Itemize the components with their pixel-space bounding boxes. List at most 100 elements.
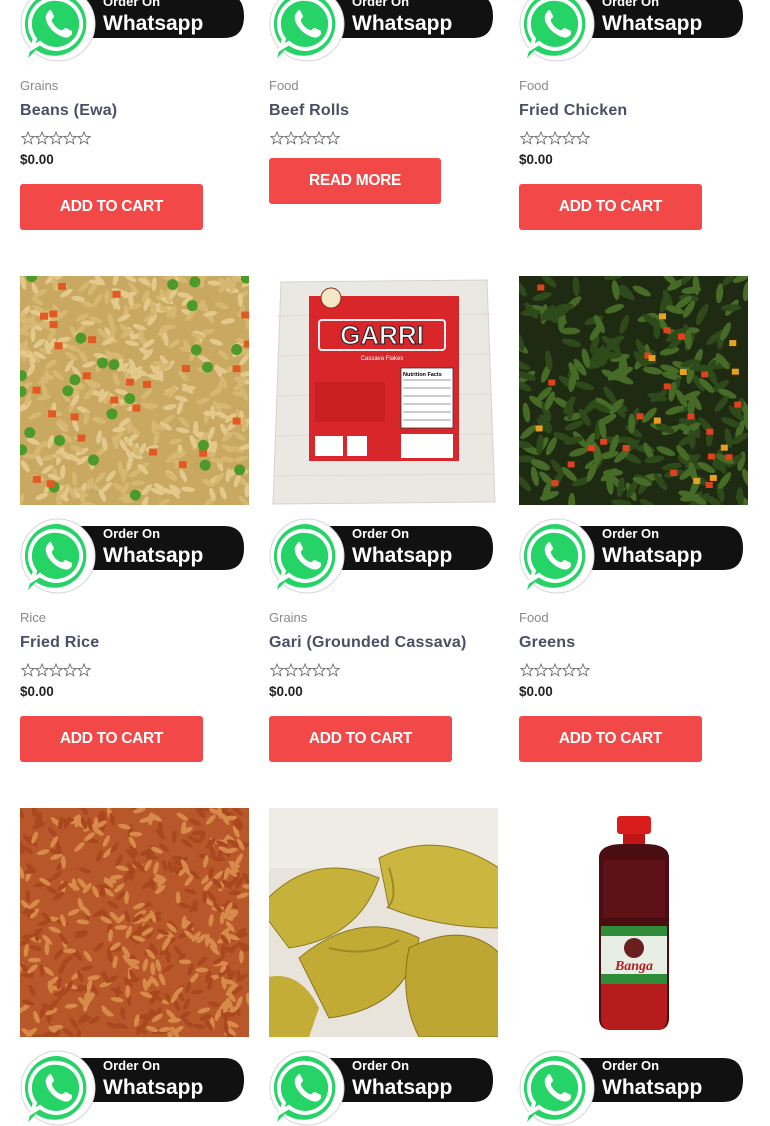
garri-subtitle-text: Cassava Flakes bbox=[361, 356, 404, 362]
whatsapp-order-banner[interactable]: Order On Whatsapp bbox=[269, 518, 495, 594]
star-icon bbox=[575, 131, 591, 145]
banner-order-on-text: Order On bbox=[352, 1058, 409, 1073]
banner-order-on-text: Order On bbox=[103, 0, 160, 9]
garri-brand-text: GARRI bbox=[340, 320, 424, 350]
whatsapp-order-banner[interactable]: Order On Whatsapp bbox=[269, 1050, 495, 1126]
banner-whatsapp-text: Whatsapp bbox=[103, 12, 203, 35]
star-icon bbox=[62, 131, 78, 145]
banner-order-on-text: Order On bbox=[602, 0, 659, 9]
banner-whatsapp-text: Whatsapp bbox=[352, 12, 452, 35]
banner-order-on-text: Order On bbox=[352, 0, 409, 9]
garri-bag-photo: GARRI Cassava Flakes Nutrition Facts bbox=[269, 276, 498, 505]
star-icon bbox=[270, 663, 285, 677]
whatsapp-icon bbox=[269, 1050, 345, 1126]
banner-order-on-text: Order On bbox=[103, 526, 160, 541]
product-title[interactable]: Greens bbox=[519, 634, 575, 652]
banner-whatsapp-text: Whatsapp bbox=[352, 544, 452, 567]
product-title[interactable]: Gari (Grounded Cassava) bbox=[269, 634, 467, 652]
add-to-cart-button[interactable]: ADD TO CART bbox=[519, 184, 702, 230]
product-price: $0.00 bbox=[519, 152, 553, 167]
whatsapp-order-banner[interactable]: Order On Whatsapp bbox=[519, 518, 745, 594]
banner-order-on-text: Order On bbox=[103, 1058, 160, 1073]
whatsapp-icon bbox=[20, 0, 96, 62]
read-more-button[interactable]: READ MORE bbox=[269, 158, 441, 204]
product-category[interactable]: Food bbox=[269, 78, 299, 93]
product-category[interactable]: Rice bbox=[20, 610, 46, 625]
product-grid: Order On Whatsapp Grains Beans (Ewa) $0.0… bbox=[0, 0, 770, 1126]
product-category[interactable]: Food bbox=[519, 78, 549, 93]
product-category[interactable]: Grains bbox=[269, 610, 307, 625]
star-icon bbox=[325, 131, 341, 145]
product-image-palm-oil[interactable]: Banga bbox=[519, 808, 748, 1037]
star-rating bbox=[270, 663, 341, 677]
whatsapp-order-banner[interactable]: Order On Whatsapp bbox=[20, 518, 246, 594]
whatsapp-order-banner[interactable]: Order On Whatsapp bbox=[519, 1050, 745, 1126]
star-icon bbox=[34, 131, 50, 145]
jollof-rice-photo bbox=[20, 808, 249, 1037]
whatsapp-order-banner[interactable]: Order On Whatsapp bbox=[269, 0, 495, 62]
product-title[interactable]: Fried Chicken bbox=[519, 102, 627, 120]
banner-whatsapp-text: Whatsapp bbox=[602, 1076, 702, 1099]
star-rating bbox=[520, 663, 591, 677]
greens-photo bbox=[519, 276, 748, 505]
star-icon bbox=[21, 131, 36, 145]
add-to-cart-button[interactable]: ADD TO CART bbox=[269, 716, 452, 762]
star-icon bbox=[283, 131, 299, 145]
banner-whatsapp-text: Whatsapp bbox=[602, 544, 702, 567]
star-icon bbox=[547, 131, 563, 145]
star-icon bbox=[311, 131, 327, 145]
star-icon bbox=[533, 131, 549, 145]
add-to-cart-button[interactable]: ADD TO CART bbox=[519, 716, 702, 762]
banner-order-on-text: Order On bbox=[352, 526, 409, 541]
star-icon bbox=[62, 663, 78, 677]
whatsapp-order-banner[interactable]: Order On Whatsapp bbox=[519, 0, 745, 62]
whatsapp-icon bbox=[269, 518, 345, 594]
whatsapp-order-banner[interactable]: Order On Whatsapp bbox=[20, 0, 246, 62]
star-icon bbox=[48, 663, 64, 677]
whatsapp-icon bbox=[519, 518, 595, 594]
star-rating bbox=[520, 131, 591, 145]
product-price: $0.00 bbox=[269, 684, 303, 699]
add-to-cart-button[interactable]: ADD TO CART bbox=[20, 716, 203, 762]
star-icon bbox=[270, 131, 285, 145]
banner-order-on-text: Order On bbox=[602, 526, 659, 541]
whatsapp-icon bbox=[519, 1050, 595, 1126]
whatsapp-order-banner[interactable]: Order On Whatsapp bbox=[20, 1050, 246, 1126]
banner-whatsapp-text: Whatsapp bbox=[602, 12, 702, 35]
banner-whatsapp-text: Whatsapp bbox=[352, 1076, 452, 1099]
fried-rice-photo bbox=[20, 276, 249, 505]
star-icon bbox=[48, 131, 64, 145]
product-category[interactable]: Food bbox=[519, 610, 549, 625]
whatsapp-icon bbox=[269, 0, 345, 62]
product-title[interactable]: Fried Rice bbox=[20, 634, 99, 652]
product-image-greens[interactable] bbox=[519, 276, 748, 505]
product-price: $0.00 bbox=[20, 684, 54, 699]
star-icon bbox=[76, 663, 92, 677]
star-icon bbox=[283, 663, 299, 677]
product-image-jollof-rice[interactable] bbox=[20, 808, 249, 1037]
palm-oil-brand-text: Banga bbox=[614, 959, 653, 974]
banner-whatsapp-text: Whatsapp bbox=[103, 544, 203, 567]
add-to-cart-button[interactable]: ADD TO CART bbox=[20, 184, 203, 230]
star-icon bbox=[21, 663, 36, 677]
product-category[interactable]: Grains bbox=[20, 78, 58, 93]
star-icon bbox=[533, 663, 549, 677]
star-icon bbox=[325, 663, 341, 677]
star-icon bbox=[520, 663, 535, 677]
nutrition-panel-title: Nutrition Facts bbox=[403, 372, 442, 378]
star-rating bbox=[270, 131, 341, 145]
product-title[interactable]: Beans (Ewa) bbox=[20, 102, 117, 120]
product-title[interactable]: Beef Rolls bbox=[269, 102, 349, 120]
product-price: $0.00 bbox=[20, 152, 54, 167]
star-icon bbox=[76, 131, 92, 145]
star-icon bbox=[297, 663, 313, 677]
star-icon bbox=[561, 663, 577, 677]
whatsapp-icon bbox=[20, 518, 96, 594]
star-rating bbox=[21, 663, 92, 677]
star-rating bbox=[21, 131, 92, 145]
product-image-garri[interactable]: GARRI Cassava Flakes Nutrition Facts bbox=[269, 276, 498, 505]
star-icon bbox=[575, 663, 591, 677]
product-image-meat-pie[interactable] bbox=[269, 808, 498, 1037]
star-icon bbox=[561, 131, 577, 145]
product-image-fried-rice[interactable] bbox=[20, 276, 249, 505]
